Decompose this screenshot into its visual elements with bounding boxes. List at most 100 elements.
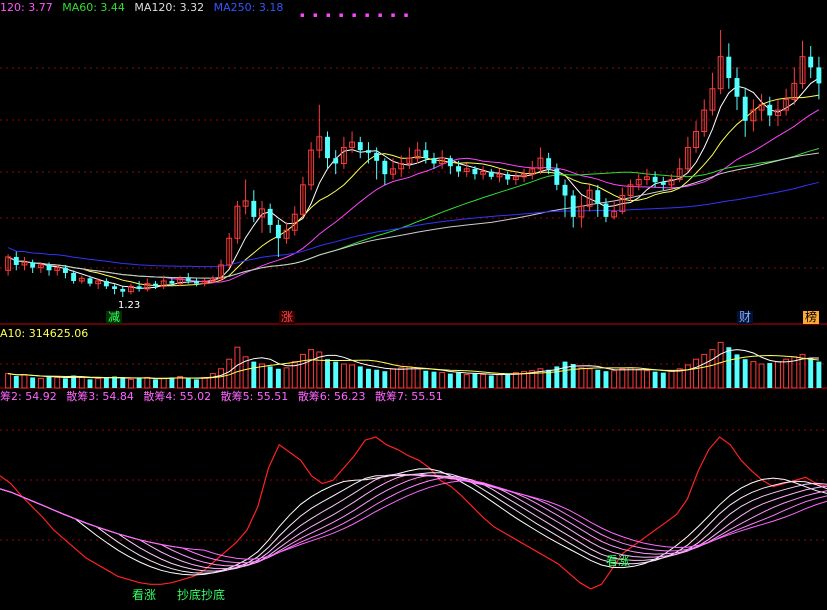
candle-body — [267, 208, 273, 225]
candle-body — [546, 158, 552, 169]
volume-bar — [619, 368, 626, 389]
candle-body — [169, 280, 175, 284]
volume-bar — [374, 369, 380, 388]
candle-body — [456, 166, 462, 172]
candle-body — [734, 78, 740, 97]
volume-bar — [95, 377, 102, 389]
volume-bar — [652, 371, 658, 388]
volume-bar — [684, 364, 691, 389]
candle-body — [325, 136, 330, 159]
candle-body — [112, 286, 118, 289]
event-label-finance[interactable]: 财 — [737, 311, 754, 324]
volume-bar — [153, 379, 158, 388]
volume-bar — [774, 361, 781, 389]
volume-bar — [414, 368, 421, 389]
oscillator-fan-line-2 — [0, 472, 827, 574]
candle-body — [660, 182, 666, 185]
volume-bar — [603, 371, 609, 388]
volume-bar — [496, 374, 503, 389]
volume-bar — [201, 376, 208, 389]
signal-bottom-fishing[interactable]: 抄底抄底 — [175, 589, 227, 602]
volume-bar — [267, 366, 273, 388]
volume-bar — [676, 368, 683, 389]
volume-bar — [463, 374, 470, 389]
volume-bar — [758, 363, 765, 389]
volume-bar — [169, 377, 175, 388]
candle-body — [62, 267, 68, 273]
signal-bullish-2[interactable]: 看涨 — [604, 555, 632, 568]
volume-bar — [447, 373, 453, 388]
indicator-legend-item-3: 散筹4: 55.02 — [143, 390, 212, 403]
event-label-rise[interactable]: 涨 — [279, 311, 296, 324]
oscillator-fan-line-7 — [0, 480, 827, 560]
volume-bar — [21, 374, 28, 389]
volume-bar — [456, 372, 462, 388]
candle-body — [554, 168, 560, 185]
volume-bar — [595, 369, 601, 388]
candle-body — [562, 184, 568, 196]
volume-bar — [611, 370, 618, 389]
volume-bar — [586, 368, 593, 389]
volume-bar — [78, 376, 85, 389]
volume-bar — [87, 379, 93, 388]
volume-bar — [120, 378, 126, 388]
volume-bar — [251, 361, 257, 388]
candle-body — [374, 152, 380, 161]
volume-bar — [562, 361, 568, 388]
volume-legend: A10: 314625.06 — [0, 327, 89, 340]
volume-bar — [349, 364, 356, 389]
volume-bar — [767, 363, 773, 388]
candle-body — [595, 190, 601, 204]
candle-body — [767, 104, 773, 116]
volume-bar — [185, 378, 191, 388]
indicator-legend-item-1: 筹2: 54.92 — [0, 390, 57, 403]
candle-body — [652, 176, 658, 183]
signal-bullish-1[interactable]: 看涨 — [130, 589, 158, 602]
candle-body — [505, 174, 511, 180]
volume-bar — [734, 354, 740, 388]
volume-bar — [717, 341, 724, 389]
volume-bar — [423, 370, 429, 388]
candle-body — [816, 67, 822, 84]
candle-body — [13, 256, 19, 265]
volume-bar — [308, 349, 315, 389]
volume-bar — [439, 372, 446, 389]
ma5-line — [7, 77, 820, 290]
volume-bar — [209, 373, 216, 389]
oscillator-red-line — [0, 436, 827, 590]
volume-bar — [726, 347, 732, 388]
candle-body — [30, 262, 36, 268]
volume-bar — [668, 370, 675, 389]
volume-bar — [144, 376, 151, 389]
volume-bar — [816, 361, 822, 388]
volume-bar — [259, 363, 265, 389]
ma10-line — [7, 94, 819, 287]
indicator-legend-item-2: 散筹3: 54.84 — [66, 390, 134, 403]
indicator-legend-item-4: 散筹5: 55.51 — [220, 390, 289, 403]
volume-bar — [46, 376, 52, 388]
volume-bar — [382, 371, 388, 388]
volume-bar — [578, 367, 585, 389]
volume-bar — [505, 373, 511, 388]
candle-body — [357, 142, 363, 151]
volume-bar — [701, 353, 708, 389]
candle-body — [472, 168, 478, 175]
volume-bar — [357, 366, 363, 388]
volume-bar — [431, 371, 437, 388]
volume-bar — [5, 373, 12, 389]
candle-body — [185, 278, 191, 281]
volume-bar — [512, 372, 519, 389]
candle-body — [431, 158, 437, 164]
volume-bar — [742, 359, 748, 388]
volume-bar — [234, 346, 241, 389]
candle-body — [808, 56, 814, 68]
volume-bar — [54, 376, 61, 389]
volume-bar — [709, 349, 716, 389]
oscillator-fan-line-5 — [0, 474, 827, 567]
candle-body — [447, 158, 453, 167]
event-label-list[interactable]: 榜 — [803, 311, 820, 324]
volume-bar — [627, 367, 634, 389]
candle-body — [46, 264, 52, 271]
volume-bar — [643, 370, 650, 389]
price-note: 1.23 — [118, 300, 141, 311]
